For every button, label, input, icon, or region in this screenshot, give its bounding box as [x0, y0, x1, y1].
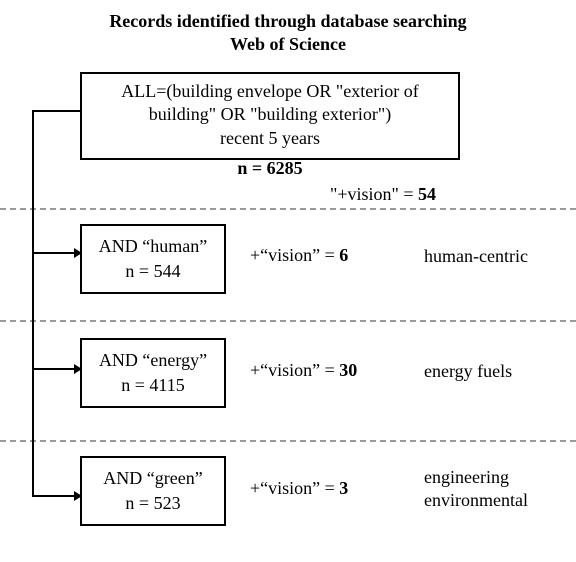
branch-box-energy: AND “energy” n = 4115 — [80, 338, 226, 408]
branch-term: AND “green” — [103, 468, 202, 488]
root-plus-vision-label: "+vision" = — [330, 184, 418, 204]
root-n-value: 6285 — [267, 158, 303, 178]
root-timeframe: recent 5 years — [220, 128, 320, 148]
diagram-title: Records identified through database sear… — [0, 0, 576, 71]
root-n-label: n = — [237, 158, 266, 178]
branch-vision-value: 6 — [339, 245, 348, 265]
root-query-line1: ALL=(building envelope OR "exterior of — [121, 81, 418, 101]
branch-category-human: human-centric — [424, 245, 528, 268]
branch-category-text: human-centric — [424, 246, 528, 266]
flow-line — [32, 110, 80, 112]
root-n: n = 6285 — [80, 158, 460, 179]
divider — [0, 208, 576, 210]
branch-box-human: AND “human” n = 544 — [80, 224, 226, 294]
branch-vision-label: +“vision” = — [250, 245, 339, 265]
root-plus-vision-value: 54 — [418, 184, 436, 204]
root-plus-vision: "+vision" = 54 — [330, 184, 436, 205]
title-line-1: Records identified through database sear… — [109, 11, 466, 31]
flow-line — [32, 110, 34, 496]
branch-category-energy: energy fuels — [424, 360, 512, 383]
flow-line — [32, 495, 80, 497]
branch-vision-value: 30 — [339, 360, 357, 380]
root-query-line2: building" OR "building exterior") — [149, 104, 392, 124]
flow-line — [32, 368, 80, 370]
branch-term: AND “energy” — [99, 350, 207, 370]
branch-category-text: energy fuels — [424, 361, 512, 381]
flow-line — [32, 252, 80, 254]
branch-vision-label: +“vision” = — [250, 478, 339, 498]
divider — [0, 440, 576, 442]
branch-box-green: AND “green” n = 523 — [80, 456, 226, 526]
branch-n: n = 4115 — [121, 375, 184, 395]
branch-n: n = 523 — [125, 493, 180, 513]
root-query-box: ALL=(building envelope OR "exterior of b… — [80, 72, 460, 160]
title-line-2: Web of Science — [230, 34, 346, 54]
branch-n: n = 544 — [125, 261, 180, 281]
branch-category-text: engineeringenvironmental — [424, 467, 528, 510]
branch-term: AND “human” — [99, 236, 207, 256]
branch-mid-energy: +“vision” = 30 — [250, 360, 357, 381]
divider — [0, 320, 576, 322]
branch-vision-value: 3 — [339, 478, 348, 498]
branch-vision-label: +“vision” = — [250, 360, 339, 380]
branch-category-green: engineeringenvironmental — [424, 466, 528, 513]
branch-mid-green: +“vision” = 3 — [250, 478, 348, 499]
branch-mid-human: +“vision” = 6 — [250, 245, 348, 266]
